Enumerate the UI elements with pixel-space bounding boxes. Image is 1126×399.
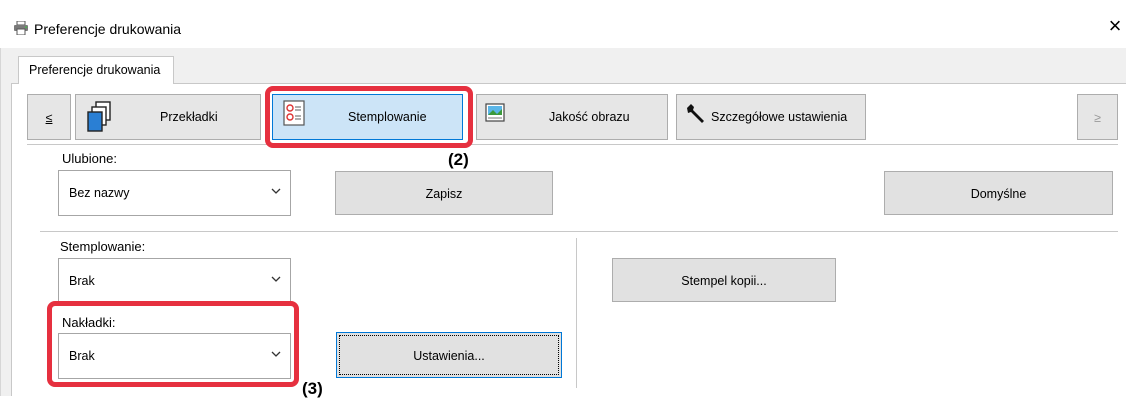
toolbar-prev-button[interactable]: ≤ (27, 94, 71, 140)
highlight-step-3 (47, 301, 299, 387)
stamping-label: Stemplowanie: (60, 239, 146, 254)
toolbar-advanced-settings-button[interactable]: Szczegółowe ustawienia (676, 94, 866, 140)
tab-label: Preferencje drukowania (29, 63, 161, 77)
tab-printing-preferences[interactable]: Preferencje drukowania (18, 56, 174, 84)
close-button[interactable]: × (1104, 15, 1126, 41)
copy-stamp-button[interactable]: Stempel kopii... (612, 258, 836, 302)
favorites-select[interactable]: Bez nazwy (58, 170, 291, 216)
callout-step-3: (3) (302, 379, 323, 398)
chevron-down-icon[interactable] (270, 185, 282, 200)
toolbar-tabs-button[interactable]: Przekładki (75, 94, 261, 140)
favorites-label: Ulubione: (62, 151, 117, 166)
image-quality-icon (485, 103, 505, 126)
printer-icon (13, 20, 29, 38)
callout-step-2: (2) (448, 150, 469, 169)
toolbar-advanced-settings-label: Szczegółowe ustawienia (711, 110, 848, 124)
chevron-down-icon[interactable] (270, 273, 282, 288)
column-divider (576, 238, 577, 388)
stamping-value: Brak (69, 274, 95, 288)
pages-icon (86, 101, 112, 136)
close-icon[interactable]: × (1109, 13, 1122, 38)
favorites-value: Bez nazwy (69, 186, 130, 200)
toolbar-image-quality-label: Jakość obrazu (549, 110, 630, 124)
toolbar-next-button[interactable]: ≥ (1077, 94, 1118, 140)
highlight-step-2 (265, 86, 473, 148)
save-button[interactable]: Zapisz (335, 171, 553, 215)
toolbar-image-quality-button[interactable]: Jakość obrazu (476, 94, 668, 140)
stamping-select[interactable]: Brak (58, 258, 291, 304)
prev-icon: ≤ (45, 111, 53, 125)
window-edge (0, 48, 1, 396)
overlay-settings-button[interactable]: Ustawienia... (336, 332, 562, 378)
wrench-icon (684, 103, 706, 128)
window-title: Preferencje drukowania (34, 21, 182, 37)
default-button[interactable]: Domyślne (884, 171, 1113, 215)
toolbar-divider (27, 144, 1118, 145)
next-icon: ≥ (1094, 111, 1101, 125)
toolbar-tabs-label: Przekładki (160, 110, 218, 124)
section-divider (40, 231, 1118, 232)
